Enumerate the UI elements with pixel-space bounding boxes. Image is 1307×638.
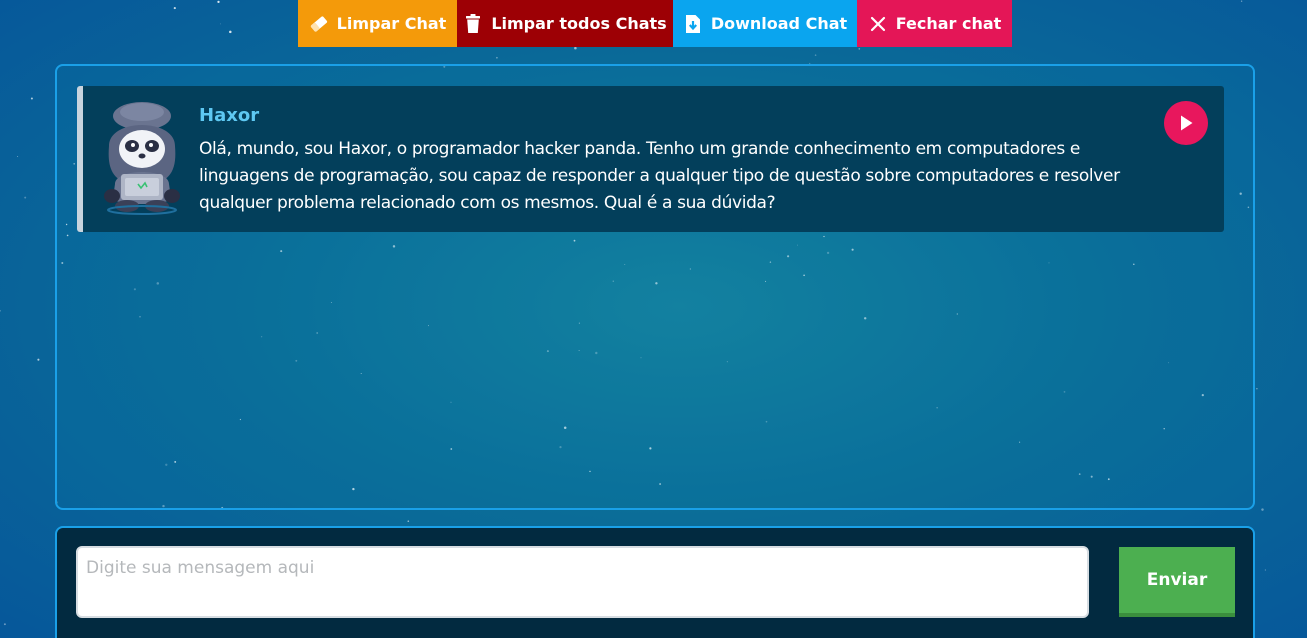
star: [1240, 0, 1243, 2]
clear-chat-label: Limpar Chat: [336, 14, 447, 33]
star: [173, 7, 176, 10]
play-icon: [1178, 114, 1194, 132]
send-button[interactable]: Enviar: [1119, 547, 1235, 617]
chat-message: Haxor Olá, mundo, sou Haxor, o programad…: [77, 86, 1224, 232]
star: [30, 97, 33, 100]
star: [496, 56, 498, 59]
clear-all-chats-label: Limpar todos Chats: [491, 14, 667, 33]
chat-messages-panel[interactable]: Haxor Olá, mundo, sou Haxor, o programad…: [55, 64, 1255, 510]
star: [407, 520, 410, 523]
message-text: Olá, mundo, sou Haxor, o programador hac…: [199, 139, 1120, 213]
star: [217, 0, 220, 4]
star: [858, 48, 861, 50]
trash-icon: [463, 13, 483, 34]
star: [0, 309, 2, 312]
message-sender-name: Haxor: [199, 105, 260, 126]
star: [37, 358, 40, 361]
panda-hacker-avatar: [101, 100, 183, 216]
star: [24, 196, 27, 199]
message-input[interactable]: [76, 546, 1089, 618]
play-audio-button[interactable]: [1164, 101, 1208, 145]
star: [814, 54, 817, 56]
star: [220, 23, 221, 25]
star: [1256, 388, 1258, 390]
chat-toolbar: Limpar Chat Limpar todos Chats Download …: [298, 0, 1012, 47]
star: [229, 30, 232, 34]
star: [1264, 569, 1267, 571]
star: [574, 46, 577, 50]
download-chat-label: Download Chat: [710, 14, 848, 33]
star: [3, 623, 6, 626]
message-composer: Enviar: [55, 526, 1255, 638]
clear-all-chats-button[interactable]: Limpar todos Chats: [457, 0, 673, 47]
eraser-icon: [309, 14, 329, 34]
close-icon: [868, 14, 888, 34]
download-file-icon: [683, 14, 703, 34]
download-chat-button[interactable]: Download Chat: [673, 0, 857, 47]
star: [1261, 508, 1264, 511]
star: [17, 155, 19, 158]
close-chat-button[interactable]: Fechar chat: [857, 0, 1012, 47]
clear-chat-button[interactable]: Limpar Chat: [298, 0, 457, 47]
close-chat-label: Fechar chat: [895, 14, 1002, 33]
